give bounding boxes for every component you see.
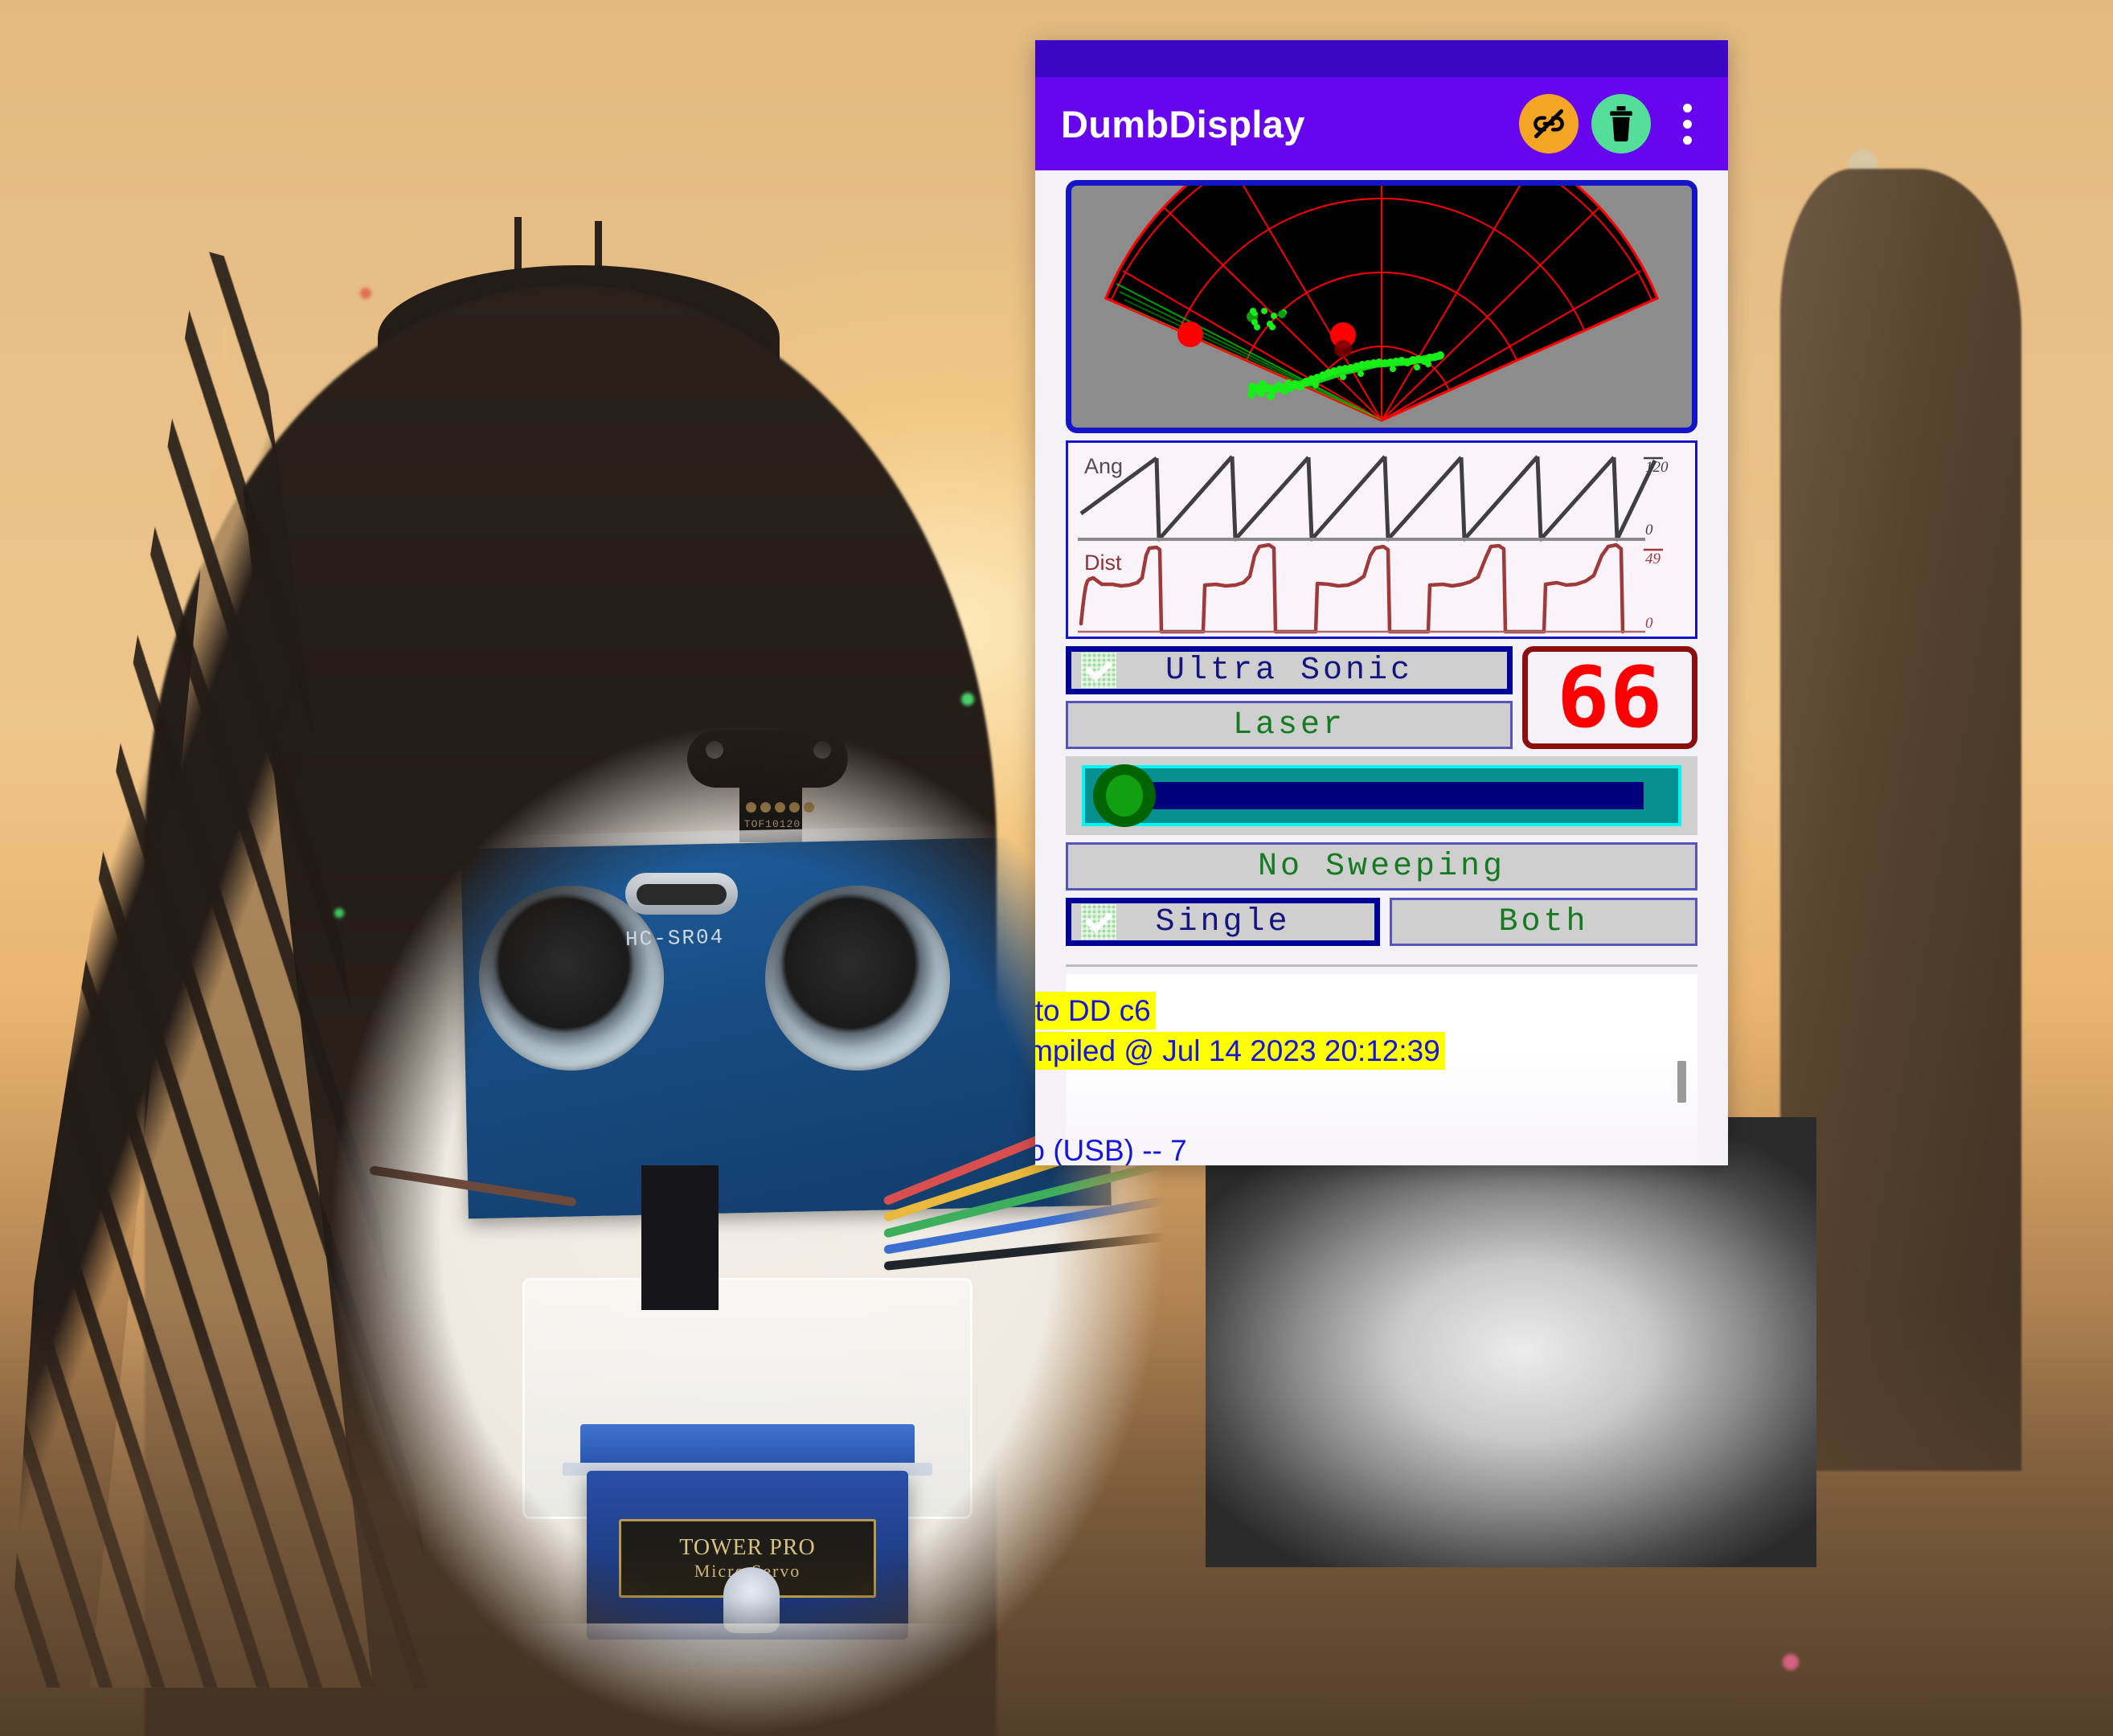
sweep-option-label: Both (1498, 903, 1589, 940)
mount-hole (706, 741, 723, 759)
ultrasonic-transducer (765, 886, 950, 1071)
sensor-option-laser[interactable]: Laser (1066, 701, 1513, 749)
dumbdisplay-app-window: DumbDisplay Ang 120 0 Dist 49 0 Ultra So… (1035, 40, 1728, 1165)
serial-log-area[interactable]: ted to DD c6 compiled @ Jul 14 2023 20:1… (1035, 974, 1697, 1165)
link-broken-icon[interactable] (1519, 94, 1579, 154)
log-scrollbar[interactable] (1677, 1061, 1686, 1103)
distance-reading-value: 66 (1557, 649, 1663, 747)
slider-track[interactable] (1081, 764, 1682, 827)
sweep-option-both[interactable]: Both (1390, 898, 1697, 946)
pink-light-dot (1783, 1654, 1799, 1670)
servo-brand-text: TOWER PRO (679, 1535, 816, 1560)
crystal-body (637, 884, 727, 905)
header-pin (746, 802, 756, 813)
overflow-dot (1682, 103, 1692, 113)
distance-tick-top: 49 (1645, 551, 1661, 567)
raspberry-pi-pico-photo: ◉ Raspberry PiPico H© 2021 (1206, 1117, 1816, 1567)
sweep-option-single[interactable]: Single (1066, 898, 1380, 946)
slider-fill-bar (1150, 782, 1644, 809)
log-line: uino (USB) -- 7 (1035, 1134, 1187, 1165)
jumper-wire (883, 1228, 1173, 1271)
radar-blip (1177, 321, 1203, 347)
android-status-bar (1035, 40, 1728, 77)
sensor-option-label: Laser (1232, 706, 1346, 743)
header-pin (760, 802, 771, 813)
sweep-mode-selector: Single Both (1066, 898, 1697, 946)
angle-plot-label: Ang (1084, 454, 1123, 478)
angle-distance-plot-panel[interactable]: Ang 120 0 Dist 49 0 (1066, 440, 1697, 639)
sweep-option-label: Single (1155, 903, 1291, 940)
page-title: DumbDisplay (1061, 102, 1305, 145)
log-line: compiled @ Jul 14 2023 20:12:39 (1035, 1032, 1445, 1071)
red-light-dot (360, 288, 371, 299)
green-light-dot (961, 693, 974, 706)
acrylic-base-plate (497, 1623, 1003, 1667)
servo-position-slider[interactable] (1066, 756, 1697, 835)
overflow-dot (1682, 119, 1692, 129)
trash-glyph (1610, 106, 1632, 142)
sweep-option-label: No Sweeping (1257, 848, 1506, 885)
trash-icon[interactable] (1591, 94, 1651, 154)
green-light-dot (334, 908, 344, 918)
sensor-option-label: Ultra Sonic (1165, 652, 1414, 689)
sensor-option-ultra-sonic[interactable]: Ultra Sonic (1066, 646, 1513, 694)
pin-ribbon (641, 1165, 719, 1310)
overflow-menu-icon[interactable] (1665, 94, 1709, 154)
distance-reading-display: 66 (1522, 646, 1697, 749)
header-pin (775, 802, 785, 813)
app-toolbar: DumbDisplay (1035, 77, 1728, 170)
divider (1066, 964, 1697, 967)
overflow-dot (1682, 135, 1692, 145)
checkmark-icon (1081, 904, 1116, 940)
distance-plot-label: Dist (1084, 551, 1122, 575)
link-broken-glyph (1534, 108, 1564, 139)
log-line: ted to DD c6 (1035, 992, 1156, 1030)
slider-knob[interactable] (1092, 764, 1156, 827)
hcsr04-silkscreen: HC-SR04 (624, 924, 725, 952)
plot-canvas: Ang 120 0 Dist 49 0 (1068, 443, 1695, 637)
sweep-option-no-sweeping[interactable]: No Sweeping (1066, 842, 1697, 891)
mount-hole (813, 741, 831, 759)
angle-tick-bottom: 0 (1645, 522, 1653, 538)
ultrasonic-transducer (479, 886, 664, 1071)
angle-tick-top: 120 (1645, 459, 1669, 476)
widget-column: Ang 120 0 Dist 49 0 Ultra Sonic Laser 66… (1035, 170, 1728, 1165)
distance-tick-bottom: 0 (1645, 615, 1653, 632)
skyscraper-silhouette (1780, 169, 2021, 1471)
header-pin (789, 802, 800, 813)
header-pin (804, 802, 814, 813)
radar-canvas (1104, 186, 1660, 422)
sensor-select-row: Ultra Sonic Laser 66 (1066, 646, 1697, 749)
checkmark-icon (1081, 653, 1116, 688)
sensor-type-selector: Ultra Sonic Laser (1066, 646, 1513, 749)
sonar-radar-display[interactable] (1066, 180, 1697, 433)
